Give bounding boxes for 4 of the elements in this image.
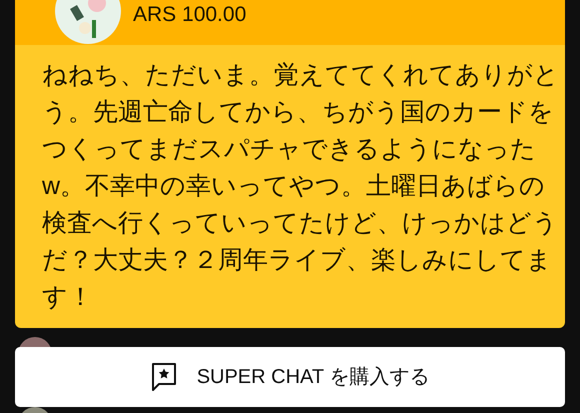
buy-super-chat-button[interactable]: SUPER CHAT を購入する bbox=[15, 347, 565, 407]
superchat-message: ねねち、ただいま。覚えててくれてありがとう。先週亡命してから、ちがう国のカードをつくってまだスパチャできるようになったw。不幸中の幸いってやつ。土曜日あばらの検査へ行くっていってたけど、けっかはどうだ？大丈夫？２周年ライブ、楽しみにしてます！ bbox=[42, 60, 560, 313]
superchat-amount: ARS 100.00 bbox=[133, 2, 246, 28]
super-chat-icon bbox=[150, 362, 177, 392]
